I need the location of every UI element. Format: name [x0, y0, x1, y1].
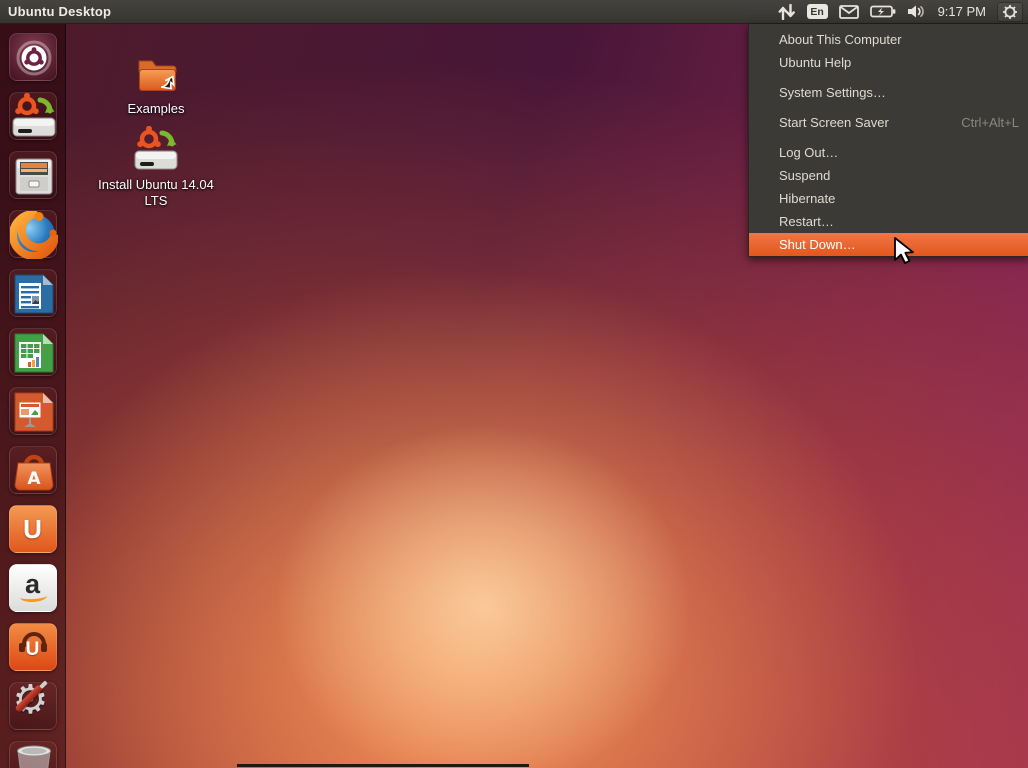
mail-icon[interactable]: [839, 5, 859, 19]
libreoffice-impress-icon[interactable]: [9, 387, 57, 435]
libreoffice-calc-icon[interactable]: [9, 328, 57, 376]
system-tray: En 9:17 PM: [778, 0, 1028, 23]
amazon-swoosh: [19, 590, 47, 603]
menu-item-system-settings[interactable]: System Settings…: [749, 81, 1028, 104]
menu-item-suspend[interactable]: Suspend: [749, 164, 1028, 187]
desktop-icon-install-ubuntu[interactable]: Install Ubuntu 14.04 LTS: [86, 126, 226, 209]
folder-examples-icon: [132, 50, 180, 98]
files-icon[interactable]: [9, 151, 57, 199]
menu-item-ubuntu-help[interactable]: Ubuntu Help: [749, 51, 1028, 74]
keyboard-layout-badge[interactable]: En: [807, 4, 828, 19]
ubuntu-one-music-icon[interactable]: U: [9, 623, 57, 671]
wallpaper-bottom-strip: [237, 764, 529, 767]
updown-arrows-icon[interactable]: [778, 4, 796, 20]
menu-separator: [749, 134, 1028, 141]
menu-item-start-screen-saver[interactable]: Start Screen Saver Ctrl+Alt+L: [749, 111, 1028, 134]
desktop-wallpaper: Examples Install Ubuntu 14.04 LTS: [0, 0, 1028, 768]
trash-icon[interactable]: [9, 741, 57, 768]
menu-item-restart[interactable]: Restart…: [749, 210, 1028, 233]
volume-icon[interactable]: [907, 4, 927, 19]
unity-launcher: A U a U ⚙: [0, 24, 66, 768]
libreoffice-writer-icon[interactable]: [9, 269, 57, 317]
install-ubuntu-icon: [132, 126, 180, 174]
desktop-icon-examples[interactable]: Examples: [86, 50, 226, 117]
panel-title: Ubuntu Desktop: [0, 4, 111, 19]
desktop-icon-label: Examples: [127, 101, 184, 117]
amazon-icon[interactable]: a: [9, 564, 57, 612]
ubuntu-one-icon[interactable]: U: [9, 505, 57, 553]
menu-accelerator: Ctrl+Alt+L: [961, 111, 1019, 134]
menu-item-hibernate[interactable]: Hibernate: [749, 187, 1028, 210]
top-panel: Ubuntu Desktop En: [0, 0, 1028, 24]
firefox-icon[interactable]: [9, 210, 57, 258]
desktop-icon-label: Install Ubuntu 14.04 LTS: [86, 177, 226, 209]
headphone-earcup-left: [19, 643, 25, 652]
install-ubuntu-icon[interactable]: [9, 92, 57, 140]
menu-separator: [749, 104, 1028, 111]
headphone-earcup-right: [41, 643, 47, 652]
ubuntu-one-letter: U: [23, 514, 42, 545]
menu-item-about-this-computer[interactable]: About This Computer: [749, 28, 1028, 51]
mouse-cursor: [893, 237, 917, 270]
session-menu: About This Computer Ubuntu Help System S…: [748, 24, 1028, 257]
dash-home-icon[interactable]: [9, 33, 57, 81]
system-settings-icon[interactable]: ⚙: [9, 682, 57, 730]
menu-item-shut-down[interactable]: Shut Down…: [749, 233, 1028, 256]
svg-text:A: A: [27, 469, 41, 489]
software-center-icon[interactable]: A: [9, 446, 57, 494]
menu-separator: [749, 74, 1028, 81]
menu-item-log-out[interactable]: Log Out…: [749, 141, 1028, 164]
clock[interactable]: 9:17 PM: [938, 4, 986, 19]
battery-icon[interactable]: [870, 5, 896, 18]
session-gear-icon[interactable]: [997, 2, 1023, 22]
